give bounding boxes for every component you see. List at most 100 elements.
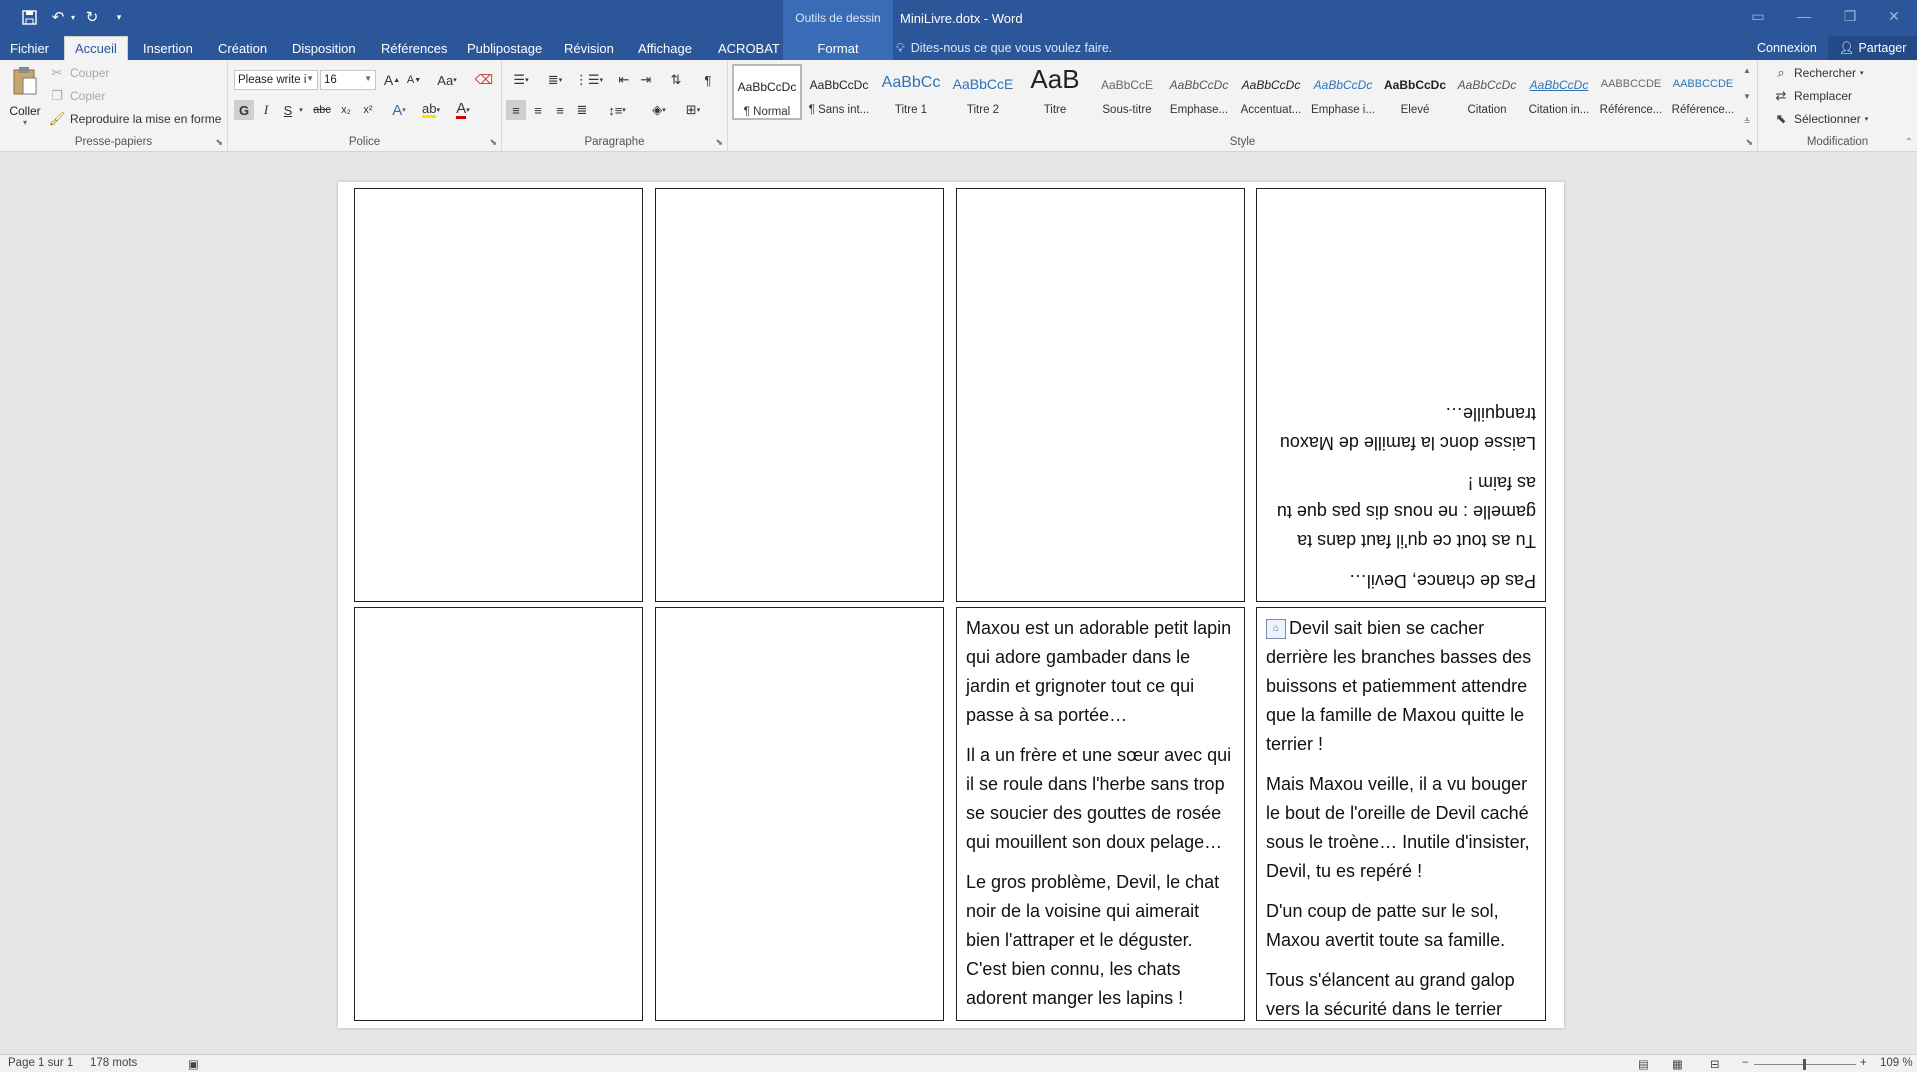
undo-dropdown-icon[interactable]: ▾: [68, 6, 78, 28]
style-title[interactable]: AaB Titre: [1020, 64, 1090, 120]
borders-icon[interactable]: ⊞ ▾: [678, 100, 708, 120]
zoom-in-icon[interactable]: +: [1860, 1057, 1867, 1069]
subscript-button[interactable]: x₂: [336, 100, 356, 120]
font-size-combo[interactable]: 16 ▼: [320, 70, 376, 90]
change-case-button[interactable]: Aa ▾: [432, 70, 462, 90]
pilcrow-icon[interactable]: ¶: [698, 70, 718, 90]
text-effects-icon[interactable]: A ▾: [386, 100, 412, 120]
tab-acrobat[interactable]: ACROBAT: [708, 36, 790, 60]
panel-bottom-2[interactable]: [655, 607, 944, 1021]
tab-insertion[interactable]: Insertion: [133, 36, 203, 60]
font-color-icon[interactable]: A ▾: [450, 100, 476, 120]
layout-options-icon[interactable]: ⌂: [1266, 619, 1286, 640]
panel-bottom-1[interactable]: [354, 607, 643, 1021]
dialog-launcher-icon[interactable]: ⬊: [715, 137, 723, 148]
zoom-out-icon[interactable]: −: [1742, 1057, 1749, 1069]
style-heading1[interactable]: AaBbCc Titre 1: [876, 64, 946, 120]
line-spacing-icon[interactable]: ↕≡ ▾: [602, 100, 632, 120]
italic-button[interactable]: I: [256, 100, 276, 120]
upside-down-text[interactable]: Pas de chance, Devil… Tu as tout ce qu'i…: [1257, 189, 1545, 601]
style-subtle-reference[interactable]: AABBCCDE Référence...: [1596, 64, 1666, 120]
story-devil[interactable]: ⌂ Devil sait bien se cacher derrière les …: [1257, 608, 1545, 1020]
tab-references[interactable]: Références: [371, 36, 457, 60]
multilevel-list-icon[interactable]: ⋮☰ ▾: [574, 70, 604, 90]
style-subtle-emphasis[interactable]: AaBbCcDc Emphase...: [1164, 64, 1234, 120]
zoom-slider-thumb[interactable]: [1803, 1059, 1806, 1070]
panel-top-4[interactable]: Pas de chance, Devil… Tu as tout ce qu'i…: [1256, 188, 1546, 602]
collapse-ribbon-icon[interactable]: ⌃: [1905, 137, 1913, 148]
share-button[interactable]: 👤︎ Partager: [1828, 36, 1917, 60]
undo-icon[interactable]: ↶: [48, 6, 68, 28]
strikethrough-button[interactable]: abc: [310, 100, 334, 120]
tab-accueil[interactable]: Accueil: [64, 36, 128, 60]
dialog-launcher-icon[interactable]: ⬊: [489, 137, 497, 148]
font-name-combo[interactable]: Please write i ▼: [234, 70, 318, 90]
ribbon-display-icon[interactable]: ▭: [1735, 0, 1781, 32]
tab-creation[interactable]: Création: [208, 36, 277, 60]
panel-top-1[interactable]: [354, 188, 643, 602]
highlight-icon[interactable]: ab ▾: [418, 100, 444, 120]
document-area[interactable]: Pas de chance, Devil… Tu as tout ce qu'i…: [0, 152, 1917, 1054]
style-subtitle[interactable]: AaBbCcE Sous-titre: [1092, 64, 1162, 120]
align-left-icon[interactable]: ≡: [506, 100, 526, 120]
select-button[interactable]: ⬉ Sélectionner ▾: [1772, 109, 1869, 129]
justify-icon[interactable]: ≣: [572, 100, 592, 120]
minimize-icon[interactable]: —: [1781, 0, 1827, 32]
format-painter-button[interactable]: 🖌︎ Reproduire la mise en forme: [48, 109, 222, 129]
panel-top-3[interactable]: [956, 188, 1245, 602]
gallery-scroll[interactable]: ▲ ▼ ≚: [1740, 66, 1754, 126]
chevron-down-icon[interactable]: ▾: [296, 100, 306, 120]
superscript-button[interactable]: x²: [358, 100, 378, 120]
print-layout-icon[interactable]: ▦: [1672, 1057, 1683, 1071]
style-quote[interactable]: AaBbCcDc Citation: [1452, 64, 1522, 120]
chevron-down-icon[interactable]: ▼: [1743, 92, 1751, 101]
paste-button[interactable]: Coller ▾: [6, 64, 44, 134]
zoom-level[interactable]: 109 %: [1880, 1057, 1913, 1069]
style-no-spacing[interactable]: AaBbCcDc ¶ Sans int...: [804, 64, 874, 120]
tab-affichage[interactable]: Affichage: [628, 36, 702, 60]
restore-icon[interactable]: ❐: [1827, 0, 1873, 32]
panel-bottom-3[interactable]: Maxou est un adorable petit lapin qui ad…: [956, 607, 1245, 1021]
tell-me-box[interactable]: 💡︎ Dites-nous ce que vous voulez faire.: [896, 36, 1112, 60]
find-button[interactable]: ⌕ Rechercher ▾: [1772, 63, 1863, 83]
style-heading2[interactable]: AaBbCcE Titre 2: [948, 64, 1018, 120]
story-maxou[interactable]: Maxou est un adorable petit lapin qui ad…: [957, 608, 1244, 1013]
copy-button[interactable]: ❐ Copier: [48, 86, 105, 106]
underline-button[interactable]: S: [278, 100, 298, 120]
tab-publipostage[interactable]: Publipostage: [457, 36, 552, 60]
dialog-launcher-icon[interactable]: ⬊: [1745, 137, 1753, 148]
customize-icon[interactable]: ▾: [112, 6, 126, 28]
gallery-more-icon[interactable]: ≚: [1744, 117, 1751, 126]
tab-revision[interactable]: Révision: [554, 36, 624, 60]
page-count[interactable]: Page 1 sur 1: [8, 1057, 73, 1069]
decrease-indent-icon[interactable]: ⇤: [614, 70, 634, 90]
grow-font-button[interactable]: A ▲: [382, 70, 402, 90]
replace-button[interactable]: ⇄ Remplacer: [1772, 86, 1852, 106]
tab-disposition[interactable]: Disposition: [282, 36, 366, 60]
cut-button[interactable]: ✂ Couper: [48, 63, 110, 83]
sort-icon[interactable]: ⇅: [666, 70, 686, 90]
tab-format[interactable]: Format: [783, 36, 893, 60]
style-strong[interactable]: AaBbCcDc Élevé: [1380, 64, 1450, 120]
page[interactable]: Pas de chance, Devil… Tu as tout ce qu'i…: [338, 182, 1564, 1028]
web-layout-icon[interactable]: ⊟: [1710, 1057, 1720, 1071]
bullets-icon[interactable]: ☰ ▾: [506, 70, 536, 90]
chevron-up-icon[interactable]: ▲: [1743, 66, 1751, 75]
proofing-icon[interactable]: ▣: [188, 1057, 199, 1071]
tab-fichier[interactable]: Fichier: [0, 36, 59, 60]
style-intense-emphasis[interactable]: AaBbCcDc Emphase i...: [1308, 64, 1378, 120]
align-right-icon[interactable]: ≡: [550, 100, 570, 120]
panel-top-2[interactable]: [655, 188, 944, 602]
shading-icon[interactable]: ◈ ▾: [644, 100, 674, 120]
align-center-icon[interactable]: ≡: [528, 100, 548, 120]
panel-bottom-4[interactable]: ⌂ Devil sait bien se cacher derrière les …: [1256, 607, 1546, 1021]
style-intense-reference[interactable]: AABBCCDE Référence...: [1668, 64, 1738, 120]
redo-icon[interactable]: ↻: [82, 6, 102, 28]
style-normal[interactable]: AaBbCcDc ¶ Normal: [732, 64, 802, 120]
close-icon[interactable]: ✕: [1871, 0, 1917, 32]
style-emphasis[interactable]: AaBbCcDc Accentuat...: [1236, 64, 1306, 120]
style-intense-quote[interactable]: AaBbCcDc Citation in...: [1524, 64, 1594, 120]
dialog-launcher-icon[interactable]: ⬊: [215, 137, 223, 148]
save-icon[interactable]: [18, 6, 40, 28]
increase-indent-icon[interactable]: ⇥: [636, 70, 656, 90]
